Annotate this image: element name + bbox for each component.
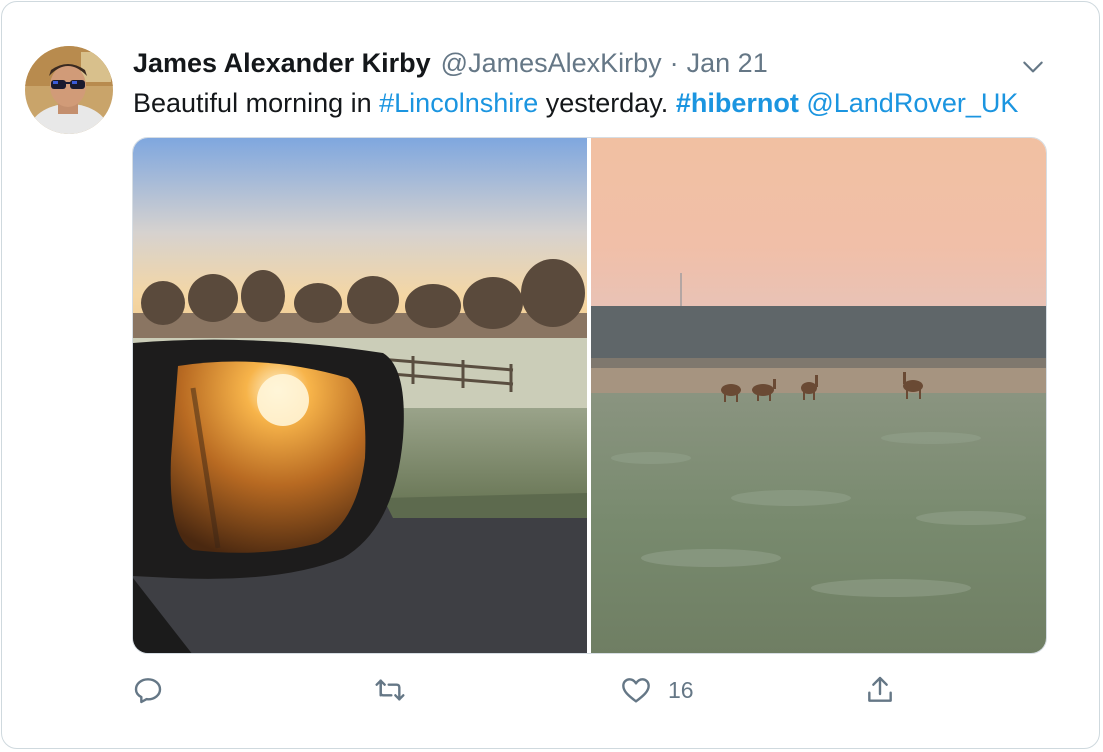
retweet-icon [375, 679, 405, 701]
avatar-image [25, 46, 113, 134]
tweet-text: Beautiful morning in #Lincolnshire yeste… [133, 86, 1018, 120]
hashtag-lincolnshire[interactable]: #Lincolnshire [379, 88, 538, 118]
share-button[interactable] [864, 670, 896, 710]
reply-button[interactable] [132, 670, 164, 710]
hashtag-hibernot[interactable]: #hibernot [676, 88, 799, 118]
reply-icon [134, 678, 162, 704]
media-grid [132, 137, 1047, 654]
tweet-header: James Alexander Kirby @JamesAlexKirby · … [133, 46, 768, 80]
separator-dot: · [669, 47, 679, 78]
chevron-down-icon[interactable] [1020, 54, 1046, 80]
photo-sunrise-mirror[interactable] [133, 138, 587, 653]
avatar[interactable] [25, 46, 113, 134]
tweet-actions: 16 [132, 670, 912, 710]
retweet-button[interactable] [374, 670, 406, 710]
like-button[interactable]: 16 [620, 670, 694, 710]
tweet-text-part: yesterday. [538, 88, 676, 118]
author-handle[interactable]: @JamesAlexKirby [441, 48, 662, 79]
tweet-text-part: Beautiful morning in [133, 88, 380, 118]
like-count: 16 [668, 676, 694, 703]
share-icon [868, 676, 892, 702]
tweet-card[interactable]: James Alexander Kirby @JamesAlexKirby · … [1, 1, 1100, 749]
author-name[interactable]: James Alexander Kirby [133, 48, 431, 79]
tweet-date[interactable]: Jan 21 [687, 48, 768, 79]
photo-deer-field[interactable] [591, 138, 1046, 653]
heart-icon [622, 678, 650, 703]
mention-landrover-uk[interactable]: @LandRover_UK [806, 88, 1018, 118]
